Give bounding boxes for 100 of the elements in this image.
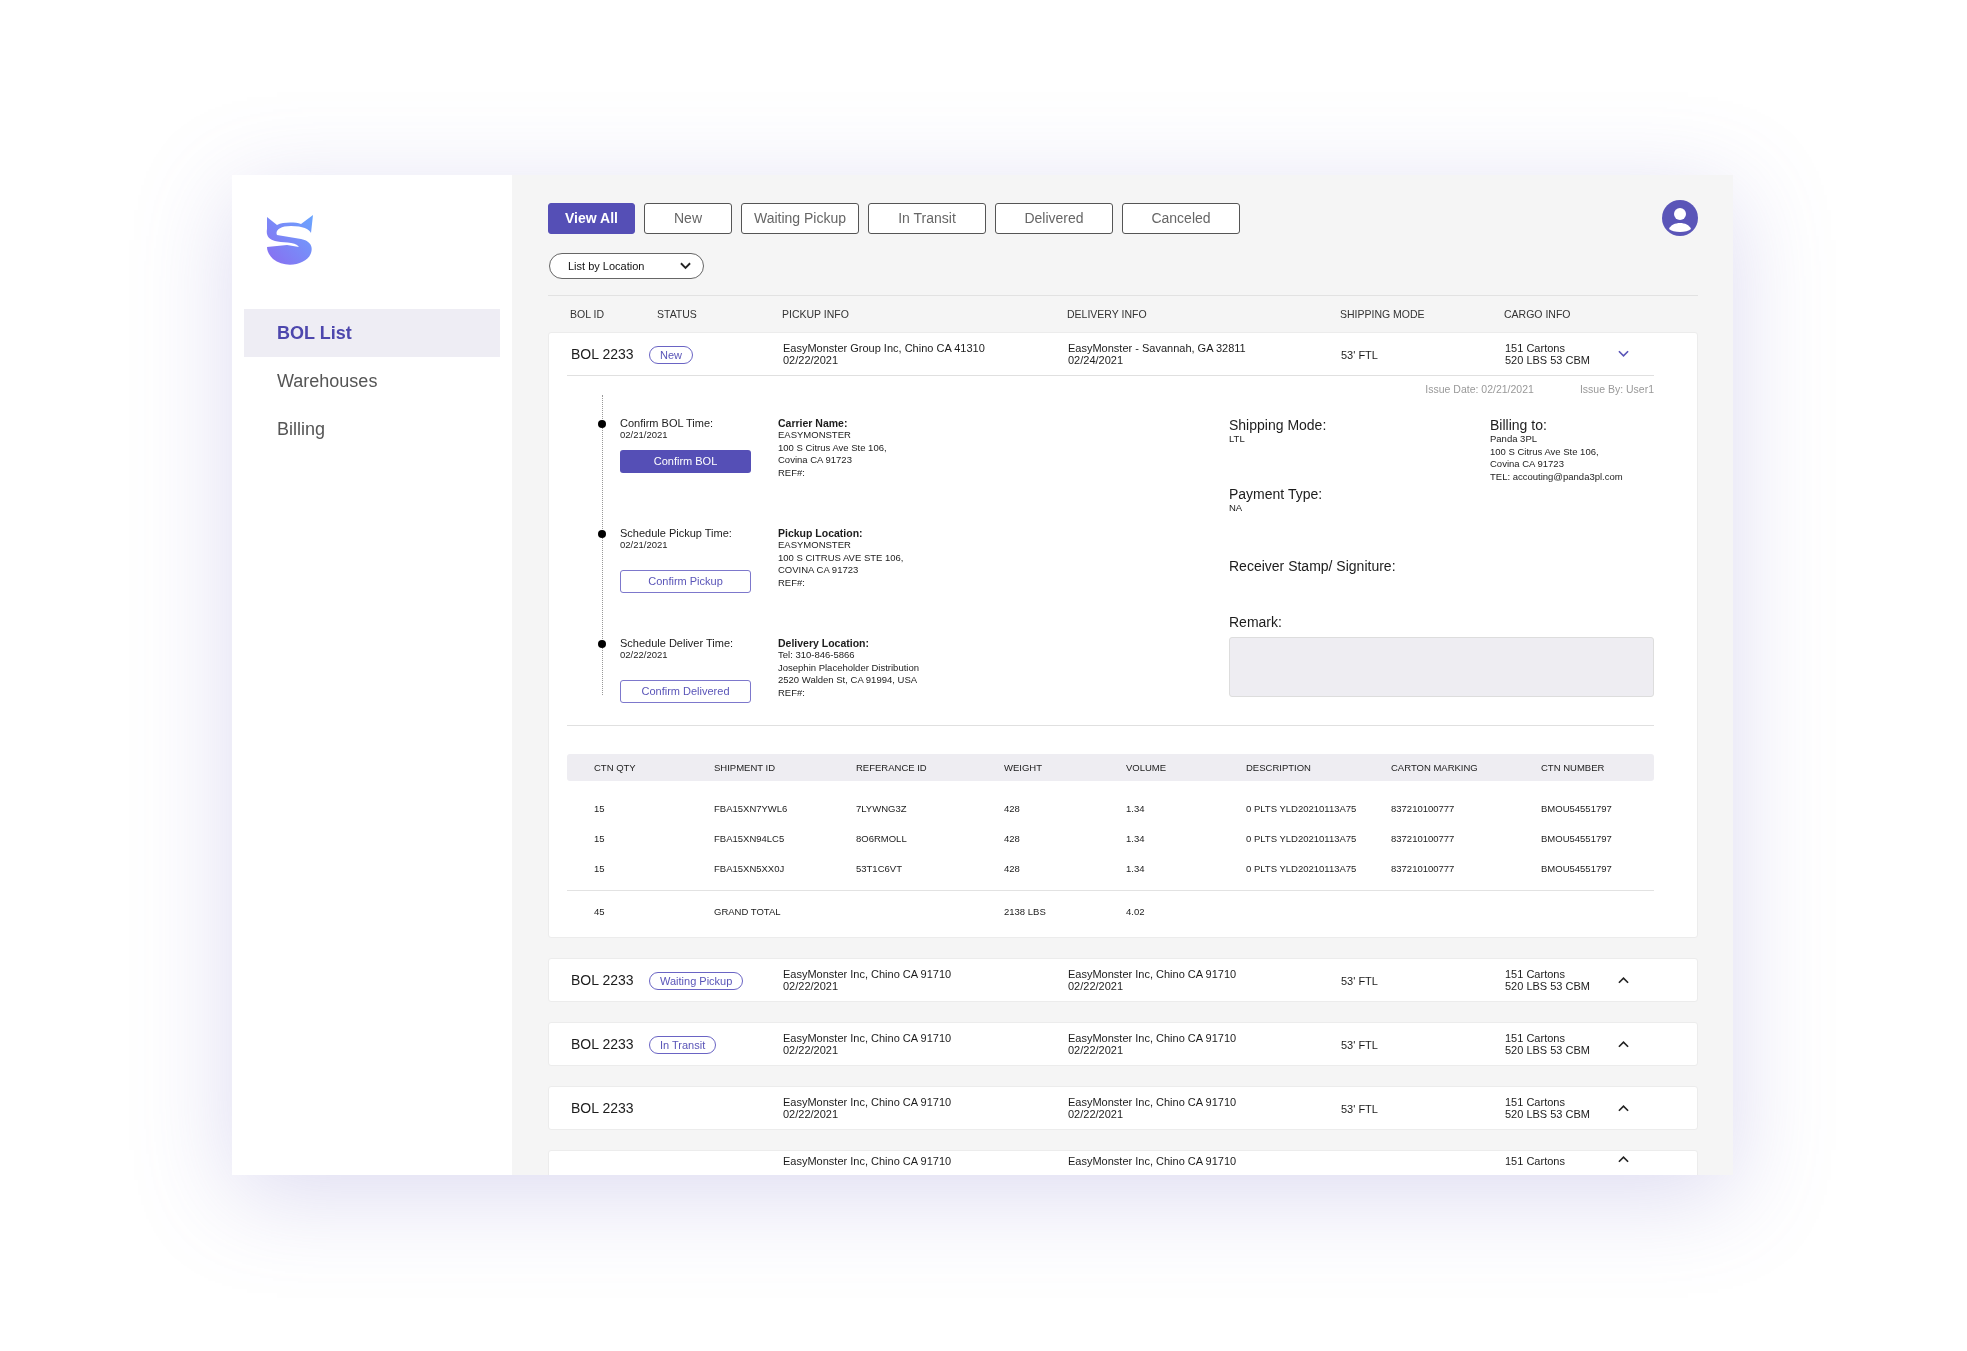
shipping-mode: 53' FTL	[1341, 349, 1378, 361]
billing-line: TEL: accouting@panda3pl.com	[1490, 471, 1623, 484]
pickup-info: EasyMonster Inc, Chino CA 91710	[783, 968, 953, 981]
info-line: 100 S Citrus Ave Ste 106,	[778, 441, 887, 455]
table-cell-text: 0 PLTS YLD20210113A75	[1246, 862, 1358, 874]
delivery-info: EasyMonster Inc, Chino CA 91710	[1068, 1155, 1238, 1168]
info-line: REF#:	[778, 467, 806, 480]
table-cell-text: 0 PLTS YLD20210113A75	[1246, 832, 1358, 844]
table-cell-text: 53T1C6VT	[856, 862, 903, 874]
column-header: CARTON MARKING	[1391, 762, 1479, 774]
info-line: 2520 Walden St, CA 91994, USA	[778, 674, 919, 688]
pickup-info: 02/22/2021	[783, 1108, 840, 1121]
avatar-icon[interactable]	[1662, 200, 1698, 236]
column-header: CTN NUMBER	[1541, 762, 1606, 774]
confirm-button[interactable]: Confirm Delivered	[620, 679, 751, 703]
field-value: LTL	[1229, 433, 1246, 446]
field-label: Remark:	[1229, 614, 1283, 631]
billing-line: Covina CA 91723	[1490, 458, 1565, 472]
cargo-info: 520 LBS 53 CBM	[1505, 1108, 1591, 1121]
billing-line: 100 S Citrus Ave Ste 106,	[1490, 445, 1600, 459]
cargo-info: 151 Cartons	[1505, 968, 1566, 981]
shipping-mode: 53' FTL	[1341, 1039, 1378, 1052]
column-header: VOLUME	[1126, 762, 1168, 774]
filter-tab[interactable]: Delivered	[995, 202, 1113, 234]
filter-tab[interactable]: View All	[548, 202, 635, 234]
cargo-info: 520 LBS 53 CBM	[1505, 354, 1591, 366]
chevron-up-icon[interactable]	[1618, 1155, 1629, 1164]
total-cell: 2138 LBS	[1004, 905, 1046, 917]
table-cell-text: 7LYWNG3Z	[856, 802, 908, 814]
confirm-button[interactable]: Confirm BOL	[620, 449, 751, 473]
info-line: COVINA CA 91723	[778, 564, 860, 578]
confirm-button[interactable]: Confirm Pickup	[620, 569, 751, 593]
filter-tab[interactable]: Waiting Pickup	[741, 202, 859, 234]
delivery-info: 02/22/2021	[1068, 1044, 1125, 1057]
field-label: Billing to:	[1490, 417, 1548, 433]
bol-id: BOL 2233	[571, 1036, 634, 1053]
step-date: 02/21/2021	[620, 539, 669, 552]
filter-tab[interactable]: In Transit	[868, 202, 986, 234]
step-date: 02/21/2021	[620, 429, 669, 442]
table-cell-text: 0 PLTS YLD20210113A75	[1246, 802, 1358, 814]
field-label: Shipping Mode:	[1229, 417, 1328, 433]
delivery-info: EasyMonster Inc, Chino CA 91710	[1068, 1032, 1238, 1045]
table-cell-text: 428	[1004, 802, 1021, 814]
column-header: SHIPMENT ID	[714, 762, 777, 774]
remark-field[interactable]	[1229, 637, 1654, 698]
field-label: Payment Type:	[1229, 485, 1324, 502]
pickup-info: 02/22/2021	[783, 1044, 840, 1057]
sidebar-item[interactable]: Warehouses	[244, 357, 500, 405]
bol-id: BOL 2233	[571, 972, 634, 989]
total-cell: 45	[594, 905, 605, 917]
pickup-info: 02/22/2021	[783, 980, 840, 993]
timeline-dot	[598, 640, 606, 648]
column-header: CTN QTY	[594, 762, 637, 774]
logo-icon	[265, 213, 315, 267]
chevron-down-icon[interactable]	[1618, 350, 1629, 358]
sidebar-item[interactable]: Billing	[244, 405, 500, 453]
shipping-mode: 53' FTL	[1341, 975, 1378, 988]
cargo-info: 151 Cartons	[1505, 342, 1566, 354]
pickup-info: EasyMonster Group Inc, Chino CA 41310	[783, 342, 986, 354]
sidebar-item[interactable]: BOL List	[244, 309, 500, 357]
info-title: Pickup Location:	[778, 527, 864, 539]
field-label: Receiver Stamp/ Signiture:	[1229, 558, 1397, 575]
table-cell-text: 8O6RMOLL	[856, 832, 908, 844]
chevron-up-icon[interactable]	[1618, 1040, 1629, 1049]
table-cell-text: BMOU54551797	[1541, 862, 1613, 874]
table-cell-text: BMOU54551797	[1541, 802, 1613, 814]
step-label: Schedule Pickup Time:	[620, 527, 733, 539]
filter-tab[interactable]: Canceled	[1122, 202, 1240, 234]
table-cell-text: 428	[1004, 832, 1021, 844]
delivery-info: EasyMonster Inc, Chino CA 91710	[1068, 968, 1238, 981]
chevron-down-icon	[680, 262, 691, 270]
column-header: CARGO INFO	[1504, 308, 1572, 320]
info-line: EASYMONSTER	[778, 539, 852, 552]
info-line: REF#:	[778, 687, 806, 700]
pickup-info: EasyMonster Inc, Chino CA 91710	[783, 1032, 953, 1045]
location-dropdown[interactable]: List by Location	[549, 253, 704, 279]
total-cell: GRAND TOTAL	[714, 905, 781, 917]
chevron-up-icon[interactable]	[1618, 1104, 1629, 1113]
table-cell-text: 837210100777	[1391, 802, 1456, 814]
info-line: 100 S CITRUS AVE STE 106,	[778, 551, 904, 565]
column-header: DESCRIPTION	[1246, 762, 1312, 774]
filter-tab[interactable]: New	[644, 202, 732, 234]
table-cell-text: 15	[594, 802, 606, 814]
cargo-info: 151 Cartons	[1505, 1032, 1566, 1045]
table-cell-text: FBA15XN94LC5	[714, 832, 786, 844]
issue-date: Issue Date: 02/21/2021	[1425, 383, 1534, 395]
table-cell-text: FBA15XN5XX0J	[714, 862, 786, 874]
info-title: Delivery Location:	[778, 637, 871, 649]
info-line: Covina CA 91723	[778, 454, 853, 468]
column-header: STATUS	[656, 308, 698, 320]
timeline-dot	[598, 420, 606, 428]
delivery-info: 02/22/2021	[1068, 980, 1125, 993]
table-cell-text: BMOU54551797	[1541, 832, 1613, 844]
pickup-info: EasyMonster Inc, Chino CA 91710	[783, 1096, 953, 1109]
chevron-up-icon[interactable]	[1618, 976, 1629, 985]
info-line: REF#:	[778, 577, 806, 590]
column-header: PICKUP INFO	[782, 308, 850, 320]
cargo-info: 151 Cartons	[1505, 1096, 1566, 1109]
timeline-dot	[598, 530, 606, 538]
step-date: 02/22/2021	[620, 649, 669, 662]
